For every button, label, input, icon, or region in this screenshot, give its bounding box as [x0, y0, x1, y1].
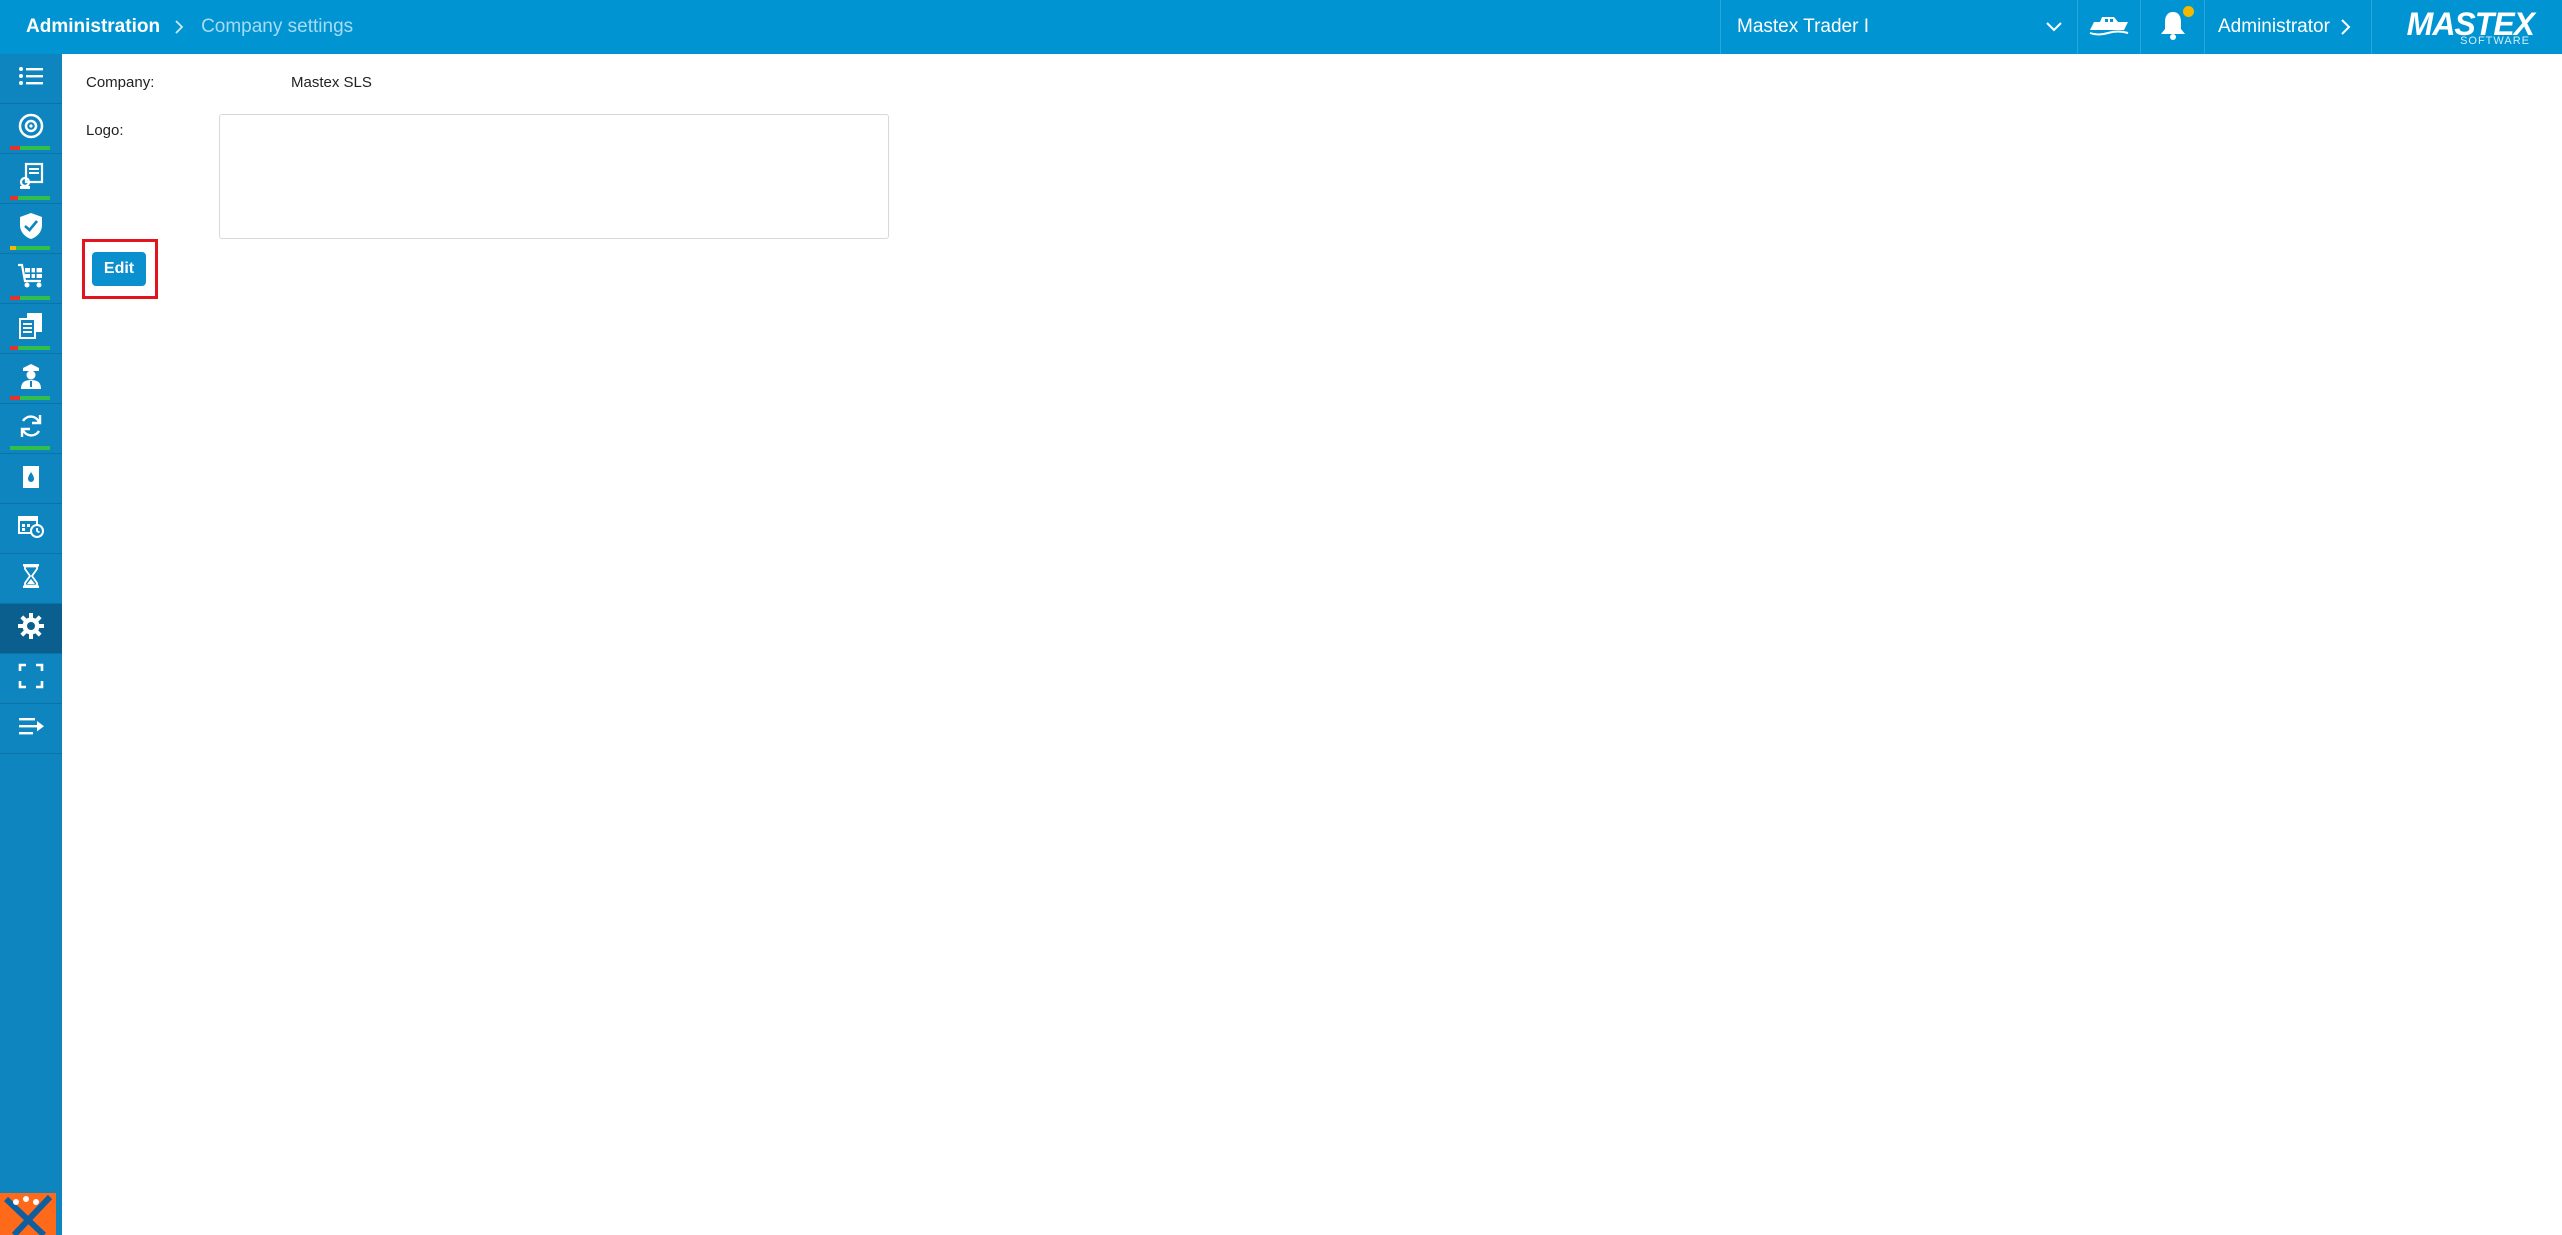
bell-icon — [2159, 10, 2187, 45]
status-bar — [10, 246, 50, 250]
breadcrumb-chevron-icon — [175, 20, 184, 34]
edit-button[interactable]: Edit — [92, 252, 146, 286]
chevron-down-icon — [2045, 18, 2063, 42]
sidebar-item-fullscreen[interactable] — [0, 654, 62, 704]
company-value: Mastex SLS — [291, 74, 372, 91]
documents-icon — [18, 162, 44, 195]
vessel-name: Mastex Trader I — [1737, 16, 1869, 37]
notification-dot — [2183, 6, 2194, 17]
status-bar — [10, 196, 50, 200]
breadcrumb-company-settings: Company settings — [201, 16, 354, 37]
company-label: Company: — [86, 74, 155, 91]
user-name: Administrator — [2218, 16, 2330, 37]
sidebar-item-purchasing[interactable] — [0, 254, 62, 304]
collapse-menu-icon — [17, 715, 45, 742]
breadcrumb: Administration Company settings — [26, 0, 353, 54]
top-bar: Administration Company settings Mastex T… — [0, 0, 2562, 54]
sidebar-item-safety[interactable] — [0, 204, 62, 254]
status-bar — [10, 296, 50, 300]
sidebar-item-planning[interactable] — [0, 504, 62, 554]
status-bar — [10, 396, 50, 400]
ship-button[interactable] — [2078, 0, 2141, 54]
sync-icon — [18, 413, 44, 444]
mastex-logo: MASTEX SOFTWARE — [2372, 0, 2562, 54]
notifications-button[interactable] — [2142, 0, 2205, 54]
fullscreen-icon — [18, 663, 44, 694]
status-bar — [10, 346, 50, 350]
vessel-selector[interactable]: Mastex Trader I — [1720, 0, 2078, 54]
sidebar-item-crew[interactable] — [0, 354, 62, 404]
brand-corner-icon — [0, 1193, 56, 1235]
oil-can-icon — [20, 463, 42, 494]
sidebar — [0, 54, 62, 1235]
sidebar-item-collapse[interactable] — [0, 704, 62, 754]
sidebar-item-certificates[interactable] — [0, 304, 62, 354]
user-menu[interactable]: Administrator — [2206, 0, 2372, 54]
hourglass-icon — [21, 563, 41, 594]
ship-icon — [2088, 14, 2130, 41]
settings-gear-icon — [17, 612, 45, 645]
gauge-icon — [18, 113, 44, 144]
sidebar-item-settings[interactable] — [0, 604, 62, 654]
status-bar — [10, 446, 50, 450]
shield-check-icon — [19, 212, 43, 245]
company-settings-panel: Company: Mastex SLS Logo: Edit — [62, 54, 2562, 1235]
list-icon — [18, 65, 44, 92]
crew-icon — [18, 362, 44, 395]
sidebar-item-documents[interactable] — [0, 154, 62, 204]
logo-image-box — [219, 114, 889, 239]
logo-subtitle: SOFTWARE — [2460, 35, 2530, 47]
chevron-right-icon — [2339, 18, 2351, 42]
sidebar-item-dashboard[interactable] — [0, 104, 62, 154]
sidebar-item-oil[interactable] — [0, 454, 62, 504]
logo-label: Logo: — [86, 122, 124, 139]
sidebar-item-history[interactable] — [0, 554, 62, 604]
papers-icon — [18, 312, 44, 345]
calendar-clock-icon — [17, 513, 45, 544]
sidebar-item-sync[interactable] — [0, 404, 62, 454]
status-bar — [10, 146, 50, 150]
breadcrumb-administration[interactable]: Administration — [26, 16, 160, 38]
cart-icon — [17, 263, 45, 294]
sidebar-item-menu[interactable] — [0, 54, 62, 104]
